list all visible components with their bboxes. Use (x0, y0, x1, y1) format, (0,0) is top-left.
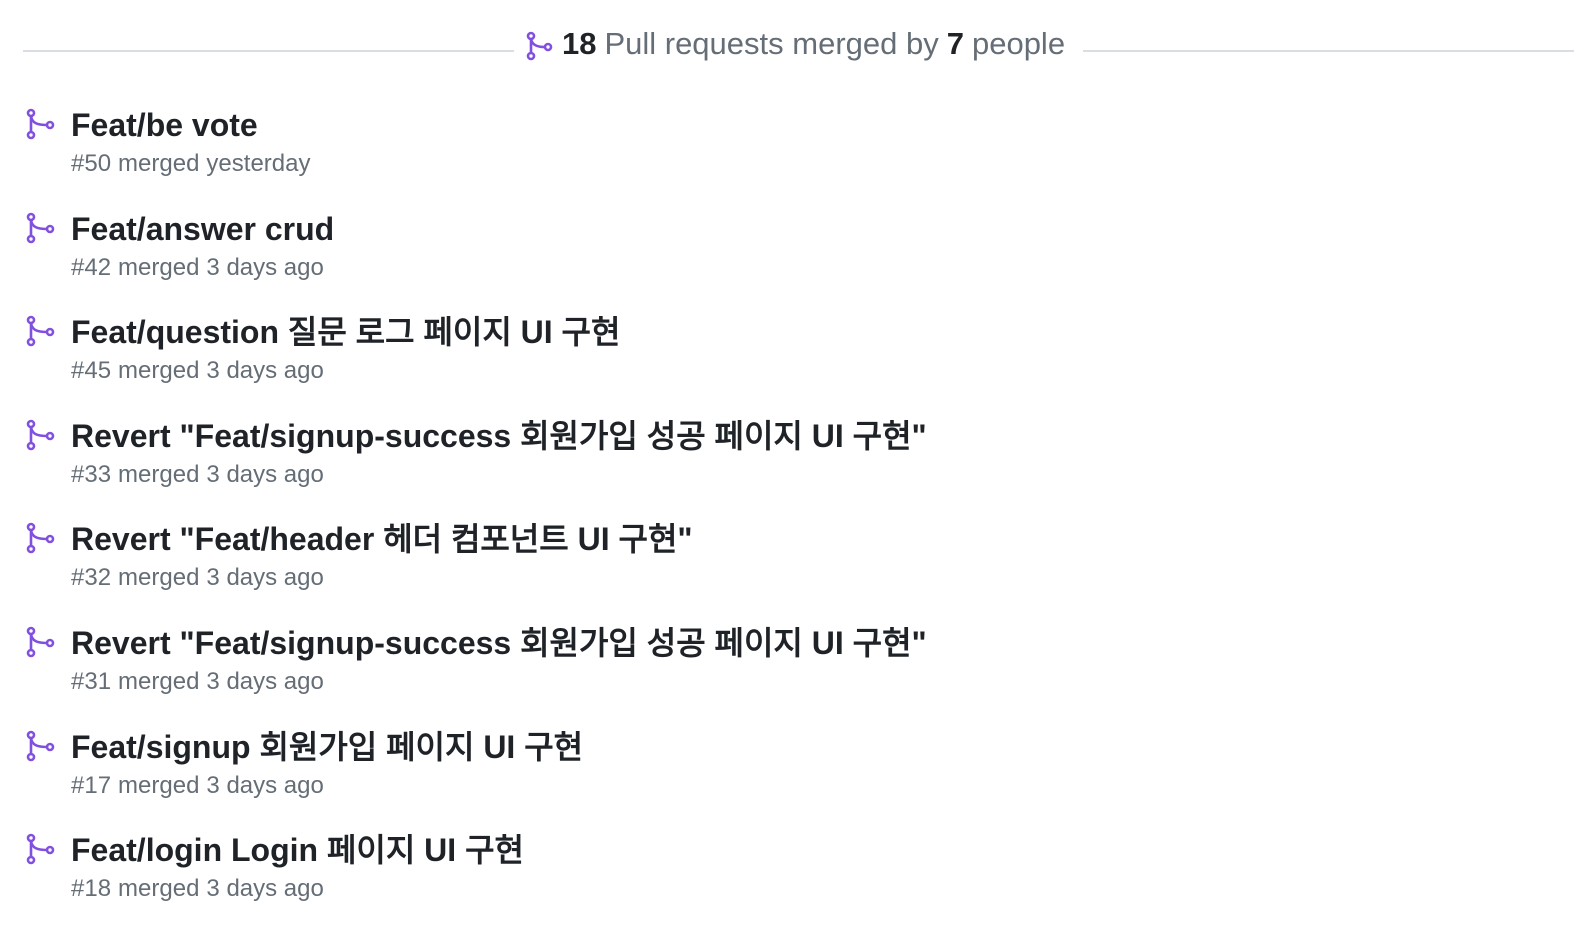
pr-count: 18 (561, 26, 597, 61)
divider-right (1083, 50, 1574, 52)
pull-request-item: Feat/question 질문 로그 페이지 UI 구현 #45 merged 3… (23, 311, 1523, 415)
pull-request-meta: #32 merged 3 days ago (71, 562, 1523, 594)
git-merge-icon (26, 108, 55, 140)
pull-request-time: 3 days ago (206, 460, 324, 488)
pull-request-meta: #31 merged 3 days ago (71, 666, 1523, 698)
pull-request-status: merged (118, 875, 200, 903)
divider-left (23, 50, 514, 52)
pull-request-time: 3 days ago (206, 253, 324, 281)
pull-request-item: Revert "Feat/signup-success 회원가입 성공 페이지 … (23, 415, 1523, 519)
pull-request-number[interactable]: #33 (71, 461, 111, 488)
git-merge-icon (26, 626, 55, 658)
pull-request-meta: #18 merged 3 days ago (71, 873, 1523, 905)
pull-request-title-link[interactable]: Feat/question 질문 로그 페이지 UI 구현 (71, 311, 1523, 353)
git-merge-icon (26, 419, 55, 451)
git-merge-icon (26, 730, 55, 761)
pull-request-number[interactable]: #17 (71, 772, 111, 799)
pull-request-meta: #33 merged 3 days ago (71, 459, 1523, 491)
pull-request-title-link[interactable]: Revert "Feat/signup-success 회원가입 성공 페이지 … (71, 622, 1523, 664)
pull-request-meta: #17 merged 3 days ago (71, 770, 1523, 802)
pull-request-meta: #45 merged 3 days ago (71, 355, 1523, 387)
pull-request-item: Revert "Feat/signup-success 회원가입 성공 페이지 … (23, 622, 1523, 726)
pull-request-time: yesterday (206, 150, 311, 177)
pull-request-time: 3 days ago (206, 564, 324, 592)
pull-request-time: 3 days ago (206, 357, 324, 385)
pull-request-status: merged (118, 771, 200, 799)
git-merge-icon (26, 212, 55, 243)
pull-request-item: Feat/login Login 페이지 UI 구현 #18 merged 3 da… (23, 829, 1523, 933)
pull-request-title-link[interactable]: Revert "Feat/header 헤더 컴포넌트 UI 구현" (71, 518, 1523, 560)
pull-request-time: 3 days ago (206, 771, 324, 799)
pull-request-meta: #50 merged yesterday (71, 148, 1523, 180)
merged-summary: 18 Pull requests merged by 7 people (514, 26, 1083, 62)
pull-request-status: merged (118, 357, 200, 385)
pull-request-number[interactable]: #31 (71, 668, 111, 695)
pull-request-number[interactable]: #32 (71, 564, 111, 591)
pull-request-number[interactable]: #18 (71, 875, 111, 902)
pull-request-number[interactable]: #50 (71, 150, 111, 177)
pull-request-item: Feat/be vote #50 merged yesterday (23, 104, 1523, 208)
pull-request-title-link[interactable]: Feat/be vote (71, 104, 1523, 146)
pull-request-item: Feat/signup 회원가입 페이지 UI 구현 #17 merged 3 da… (23, 726, 1523, 830)
pull-request-title-link[interactable]: Feat/signup 회원가입 페이지 UI 구현 (71, 726, 1523, 768)
git-merge-icon (26, 833, 55, 865)
merged-summary-header: 18 Pull requests merged by 7 people (23, 22, 1574, 66)
pull-request-number[interactable]: #45 (71, 357, 111, 384)
git-merge-icon (26, 523, 55, 554)
pull-request-number[interactable]: #42 (71, 254, 111, 281)
people-label: people (971, 26, 1066, 61)
pull-request-title-link[interactable]: Revert "Feat/signup-success 회원가입 성공 페이지 … (71, 415, 1523, 457)
pull-request-status: merged (118, 667, 200, 695)
pull-request-title-link[interactable]: Feat/answer crud (71, 208, 1523, 250)
pull-request-meta: #42 merged 3 days ago (71, 252, 1523, 284)
pull-request-list: Feat/be vote #50 merged yesterday Feat/ans… (23, 104, 1523, 933)
pull-request-status: merged (118, 564, 200, 592)
people-count[interactable]: 7 (947, 26, 964, 62)
git-merge-icon (26, 315, 55, 347)
pull-request-item: Revert "Feat/header 헤더 컴포넌트 UI 구현" #32 me… (23, 518, 1523, 622)
git-merge-icon (526, 31, 553, 61)
pull-request-status: merged (118, 253, 200, 281)
pull-request-item: Feat/answer crud #42 merged 3 days ago (23, 208, 1523, 312)
pull-request-status: merged (118, 150, 200, 177)
pull-request-time: 3 days ago (206, 875, 324, 903)
pr-count-label: Pull requests merged by (604, 26, 939, 61)
pull-request-status: merged (118, 460, 200, 488)
pull-request-title-link[interactable]: Feat/login Login 페이지 UI 구현 (71, 829, 1523, 871)
pull-request-time: 3 days ago (206, 667, 324, 695)
